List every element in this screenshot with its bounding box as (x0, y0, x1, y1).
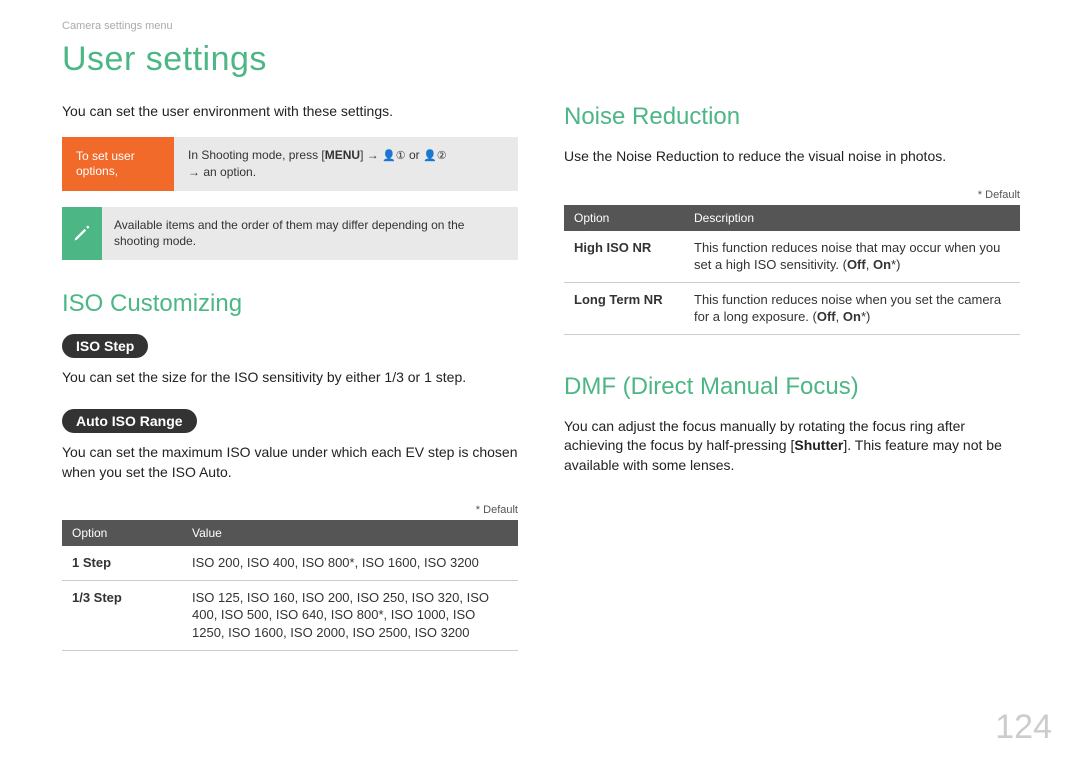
nr-off: Off (817, 309, 836, 324)
page-title: User settings (62, 40, 1020, 79)
right-column: Noise Reduction Use the Noise Reduction … (564, 103, 1020, 651)
default-note-left: * Default (62, 504, 518, 516)
note-box: Available items and the order of them ma… (62, 207, 518, 259)
content-columns: You can set the user environment with th… (62, 103, 1020, 651)
noise-reduction-heading: Noise Reduction (564, 103, 1020, 131)
cell-value: ISO 125, ISO 160, ISO 200, ISO 250, ISO … (182, 580, 518, 650)
shutter-key: Shutter (794, 437, 843, 453)
breadcrumb: Camera settings menu (62, 20, 1020, 32)
user1-icon: 👤① (382, 150, 406, 162)
cell-option: 1/3 Step (62, 580, 182, 650)
iso-step-desc: You can set the size for the ISO sensiti… (62, 368, 518, 388)
auto-iso-pill: Auto ISO Range (62, 409, 197, 433)
auto-iso-table: Option Value 1 Step ISO 200, ISO 400, IS… (62, 520, 518, 650)
callout-body: In Shooting mode, press [MENU] → 👤① or 👤… (174, 137, 518, 191)
callout-or: or (406, 148, 423, 162)
table-row: 1 Step ISO 200, ISO 400, ISO 800*, ISO 1… (62, 546, 518, 580)
table-row: High ISO NR This function reduces noise … (564, 231, 1020, 283)
nr-on: On (843, 309, 861, 324)
nr-close: ) (866, 309, 870, 324)
cell-option: 1 Step (62, 546, 182, 580)
nr-off: Off (847, 257, 866, 272)
table-header-row: Option Description (564, 205, 1020, 231)
cell-desc: This function reduces noise when you set… (684, 282, 1020, 334)
th-option: Option (62, 520, 182, 546)
default-note-right: * Default (564, 189, 1020, 201)
th-description: Description (684, 205, 1020, 231)
nr-close: ) (896, 257, 900, 272)
table-row: Long Term NR This function reduces noise… (564, 282, 1020, 334)
th-option: Option (564, 205, 684, 231)
table-header-row: Option Value (62, 520, 518, 546)
note-text: Available items and the order of them ma… (102, 207, 518, 259)
nr-sep: , (866, 257, 873, 272)
callout-prefix: In Shooting mode, press [ (188, 148, 325, 162)
dmf-heading: DMF (Direct Manual Focus) (564, 373, 1020, 401)
th-value: Value (182, 520, 518, 546)
cell-option: Long Term NR (564, 282, 684, 334)
callout-suffix: → an option. (188, 165, 256, 179)
table-row: 1/3 Step ISO 125, ISO 160, ISO 200, ISO … (62, 580, 518, 650)
pen-icon (72, 223, 92, 243)
cell-desc: This function reduces noise that may occ… (684, 231, 1020, 283)
cell-option: High ISO NR (564, 231, 684, 283)
cell-value: ISO 200, ISO 400, ISO 800*, ISO 1600, IS… (182, 546, 518, 580)
auto-iso-desc: You can set the maximum ISO value under … (62, 443, 518, 482)
iso-step-pill: ISO Step (62, 334, 148, 358)
iso-customizing-heading: ISO Customizing (62, 290, 518, 318)
user-options-callout: To set user options, In Shooting mode, p… (62, 137, 518, 191)
nr-on: On (873, 257, 891, 272)
page-number: 124 (995, 708, 1052, 747)
noise-reduction-desc: Use the Noise Reduction to reduce the vi… (564, 147, 1020, 167)
nr-sep: , (836, 309, 843, 324)
user2-icon: 👤② (423, 150, 447, 162)
menu-key: MENU (325, 148, 360, 162)
dmf-desc: You can adjust the focus manually by rot… (564, 417, 1020, 476)
callout-mid: ] → (360, 148, 382, 162)
left-column: You can set the user environment with th… (62, 103, 518, 651)
intro-text: You can set the user environment with th… (62, 103, 518, 119)
callout-label: To set user options, (62, 137, 174, 191)
note-icon (62, 207, 102, 259)
noise-reduction-table: Option Description High ISO NR This func… (564, 205, 1020, 335)
